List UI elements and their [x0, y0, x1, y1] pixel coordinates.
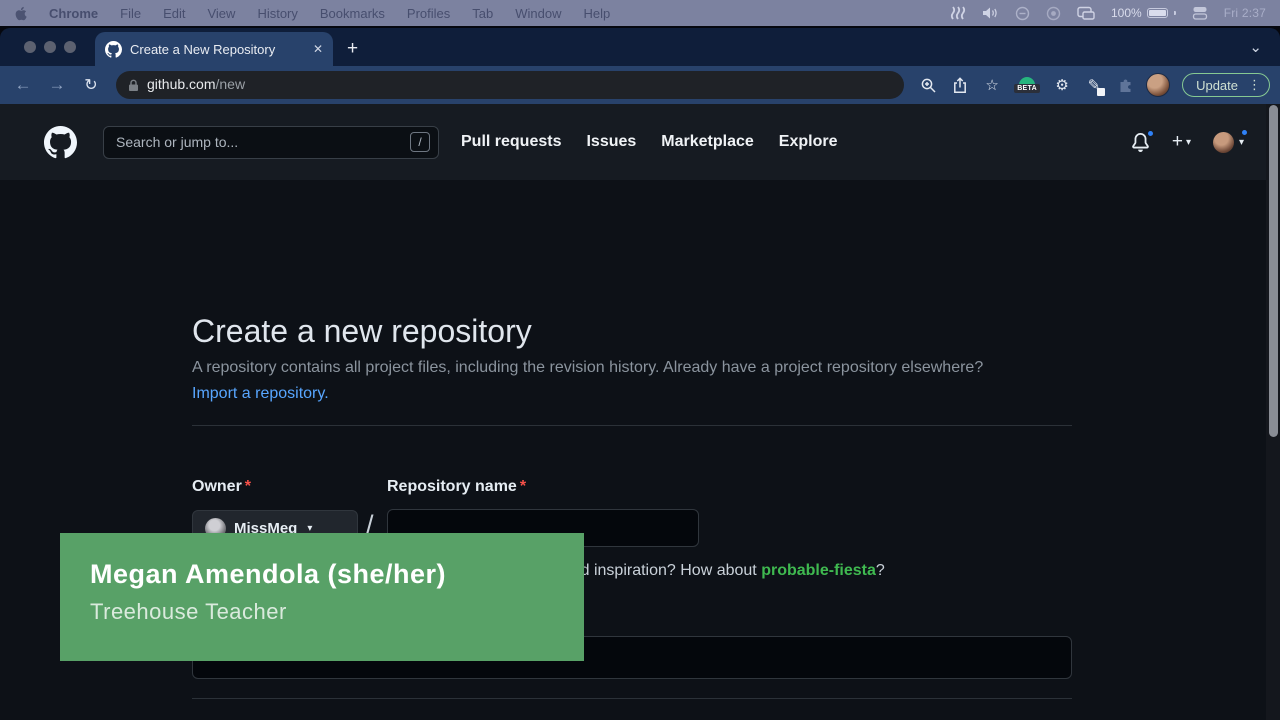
github-header: / Pull requests Issues Marketplace Explo…: [0, 104, 1280, 180]
import-repository-link[interactable]: Import a repository.: [192, 385, 329, 402]
repository-name-label: Repository name*: [387, 478, 526, 496]
menubar-item-help[interactable]: Help: [584, 6, 611, 21]
presenter-role: Treehouse Teacher: [90, 599, 584, 625]
waves-status-icon[interactable]: [950, 6, 966, 20]
tab-strip: Create a New Repository ✕ + ⌄: [0, 28, 1280, 66]
new-tab-button[interactable]: +: [347, 38, 358, 60]
scrollbar-thumb[interactable]: [1269, 105, 1278, 437]
plus-icon: +: [1172, 131, 1183, 153]
dnd-icon[interactable]: [1015, 6, 1030, 21]
pen-extension-icon[interactable]: ✎: [1082, 73, 1106, 97]
unread-notifications-dot: [1146, 129, 1155, 138]
nav-pull-requests[interactable]: Pull requests: [461, 133, 561, 151]
apple-menu-icon[interactable]: [14, 6, 27, 21]
nav-issues[interactable]: Issues: [586, 133, 636, 151]
nav-explore[interactable]: Explore: [779, 133, 838, 151]
battery-percent: 100%: [1111, 6, 1142, 20]
reload-button[interactable]: ↻: [78, 72, 104, 98]
record-status-icon[interactable]: [1046, 6, 1061, 21]
lock-icon: [128, 79, 139, 92]
battery-icon: [1147, 8, 1168, 18]
minimize-window-button[interactable]: [44, 41, 56, 53]
scrollbar-track[interactable]: [1266, 104, 1280, 720]
tab-close-icon[interactable]: ✕: [313, 42, 323, 56]
menubar-item-file[interactable]: File: [120, 6, 141, 21]
avatar-status-dot: [1240, 128, 1249, 137]
github-search-box[interactable]: /: [103, 126, 439, 159]
url-path: /new: [215, 76, 245, 92]
create-new-dropdown[interactable]: + ▾: [1172, 131, 1191, 153]
menubar-item-profiles[interactable]: Profiles: [407, 6, 450, 21]
battery-nub: [1174, 11, 1176, 15]
required-asterisk: *: [520, 478, 526, 495]
zoom-page-icon[interactable]: [916, 73, 940, 97]
update-label: Update: [1196, 78, 1238, 93]
bookmark-star-icon[interactable]: ☆: [980, 73, 1004, 97]
repo-name-label-text: Repository name: [387, 478, 517, 495]
user-avatar: [1213, 132, 1234, 153]
menubar-item-chrome[interactable]: Chrome: [49, 6, 98, 21]
divider: [192, 425, 1072, 426]
menubar-item-bookmarks[interactable]: Bookmarks: [320, 6, 385, 21]
battery-indicator[interactable]: 100%: [1111, 6, 1176, 20]
suggested-repo-name-link[interactable]: probable-fiesta: [761, 562, 876, 579]
divider: [192, 698, 1072, 699]
user-menu[interactable]: ▾: [1213, 132, 1244, 153]
intro-text: A repository contains all project files,…: [192, 359, 983, 376]
presenter-name: Megan Amendola (she/her): [90, 559, 584, 590]
search-input[interactable]: [116, 134, 410, 150]
browser-menu-dots-icon[interactable]: ⋮: [1248, 77, 1261, 93]
screen-mirroring-icon[interactable]: [1077, 6, 1095, 20]
beta-badge: BETA: [1014, 84, 1040, 93]
browser-toolbar: ← → ↻ github.com/new ☆ BETA ⚙ ✎ Update ⋮: [0, 66, 1280, 104]
caret-down-icon: ▾: [1239, 137, 1244, 148]
menubar-item-view[interactable]: View: [207, 6, 235, 21]
forward-button[interactable]: →: [44, 72, 70, 98]
macos-menubar: Chrome File Edit View History Bookmarks …: [0, 0, 1280, 26]
pen-square-shape: [1097, 88, 1105, 96]
caret-down-icon: ▾: [1186, 137, 1191, 148]
menubar-item-edit[interactable]: Edit: [163, 6, 185, 21]
owner-label-text: Owner: [192, 478, 242, 495]
menubar-item-tab[interactable]: Tab: [472, 6, 493, 21]
traffic-lights: [24, 41, 76, 53]
required-asterisk: *: [245, 478, 251, 495]
nav-marketplace[interactable]: Marketplace: [661, 133, 754, 151]
volume-icon[interactable]: [982, 6, 999, 20]
share-icon[interactable]: [948, 73, 972, 97]
back-button[interactable]: ←: [10, 72, 36, 98]
github-logo[interactable]: [44, 126, 77, 159]
extensions-puzzle-icon[interactable]: [1114, 73, 1138, 97]
settings-extension-icon[interactable]: ⚙: [1050, 73, 1074, 97]
menubar-clock[interactable]: Fri 2:37: [1224, 6, 1266, 20]
tab-search-chevron-icon[interactable]: ⌄: [1249, 38, 1262, 56]
suggestion-suffix: ?: [876, 562, 885, 579]
menubar-item-history[interactable]: History: [257, 6, 297, 21]
beta-extension-icon[interactable]: BETA: [1012, 77, 1042, 93]
menubar-item-window[interactable]: Window: [515, 6, 561, 21]
intro-paragraph: A repository contains all project files,…: [192, 355, 1010, 407]
github-nav: Pull requests Issues Marketplace Explore: [461, 133, 837, 151]
tab-title: Create a New Repository: [130, 42, 305, 57]
github-favicon: [105, 41, 122, 58]
input-source-icon[interactable]: [1192, 6, 1208, 20]
chrome-update-button[interactable]: Update ⋮: [1182, 73, 1270, 97]
browser-tab[interactable]: Create a New Repository ✕: [95, 32, 333, 66]
browser-profile-avatar[interactable]: [1146, 73, 1170, 97]
presenter-lower-third: Megan Amendola (she/her) Treehouse Teach…: [60, 533, 584, 661]
close-window-button[interactable]: [24, 41, 36, 53]
owner-label: Owner*: [192, 478, 251, 496]
url-host: github.com: [147, 76, 215, 92]
page-title: Create a new repository: [192, 313, 532, 350]
address-bar[interactable]: github.com/new: [116, 71, 904, 99]
zoom-window-button[interactable]: [64, 41, 76, 53]
slash-key-hint: /: [410, 132, 430, 152]
notifications-bell[interactable]: [1131, 133, 1150, 152]
